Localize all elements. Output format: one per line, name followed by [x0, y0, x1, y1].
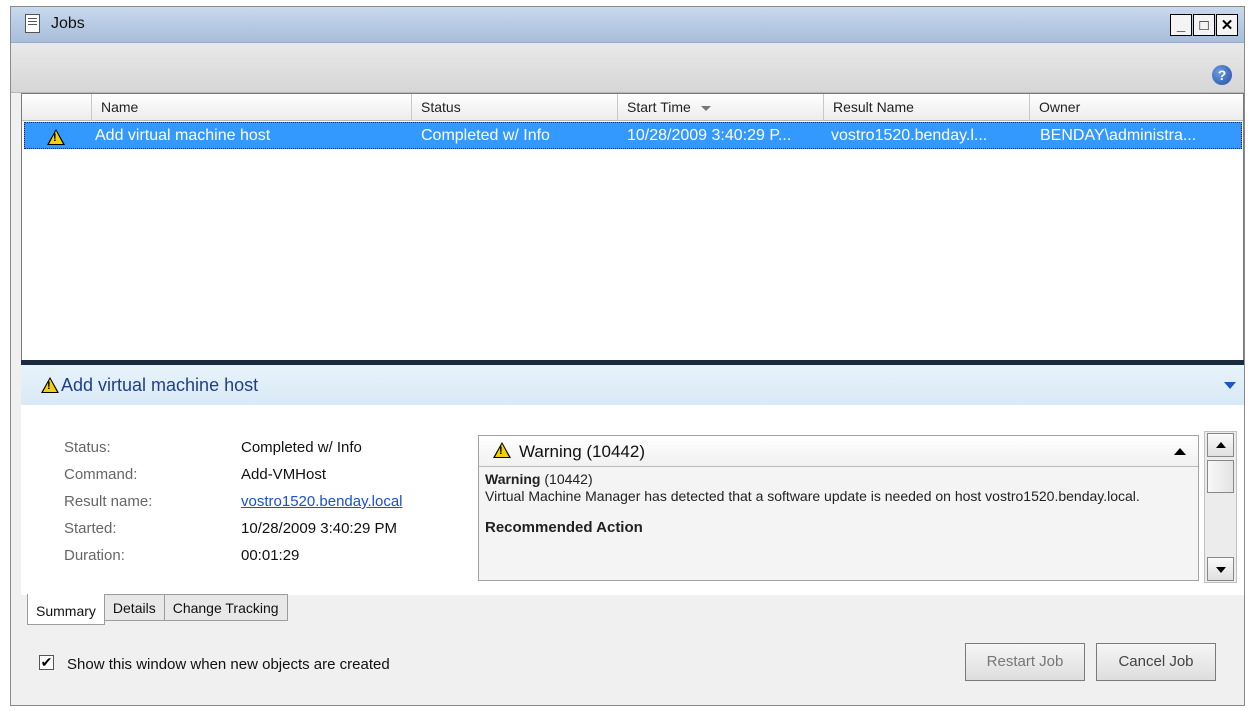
warning-icon	[47, 129, 65, 150]
help-icon[interactable]: ?	[1212, 65, 1232, 85]
warning-icon	[41, 377, 59, 397]
collapse-up-icon[interactable]	[1174, 448, 1186, 455]
warning-icon	[493, 442, 511, 462]
show-window-checkbox[interactable]: ✔	[39, 655, 54, 670]
scroll-thumb[interactable]	[1207, 460, 1234, 493]
collapse-icon[interactable]	[1224, 382, 1236, 389]
details-header[interactable]: Add virtual machine host	[21, 365, 1244, 405]
status-value: Completed w/ Info	[241, 439, 362, 456]
duration-label: Duration:	[64, 547, 125, 564]
details-panel: Status: Completed w/ Info Command: Add-V…	[21, 405, 1244, 595]
row-result-name: vostro1520.benday.l...	[831, 127, 988, 144]
row-start-time: 10/28/2009 3:40:29 P...	[627, 127, 792, 144]
recommended-action-heading: Recommended Action	[485, 519, 643, 536]
message-header[interactable]: Warning (10442)	[479, 436, 1198, 467]
maximize-button[interactable]: □	[1193, 14, 1215, 36]
message-panel: Warning (10442) Warning (10442) Virtual …	[478, 435, 1199, 581]
window-title: Jobs	[51, 15, 85, 32]
duration-value: 00:01:29	[241, 547, 300, 564]
jobs-window: Jobs _ □ ✕ ? Name Status Start Time Resu…	[10, 6, 1245, 706]
minimize-button[interactable]: _	[1170, 14, 1192, 36]
row-name: Add virtual machine host	[95, 127, 271, 144]
tab-details[interactable]: Details	[104, 594, 165, 621]
column-header-start-time[interactable]: Start Time	[617, 94, 823, 121]
started-value: 10/28/2009 3:40:29 PM	[241, 520, 397, 537]
scroll-down-button[interactable]	[1207, 557, 1234, 581]
table-row[interactable]: Add virtual machine host Completed w/ In…	[24, 122, 1242, 149]
toolbar: ?	[11, 43, 1244, 93]
jobs-grid: Name Status Start Time Result Name Owner…	[21, 93, 1244, 363]
column-header-owner[interactable]: Owner	[1029, 94, 1243, 121]
message-body: Warning (10442) Virtual Machine Manager …	[479, 467, 1198, 580]
cancel-job-button[interactable]: Cancel Job	[1096, 643, 1216, 681]
result-name-link[interactable]: vostro1520.benday.local	[241, 493, 403, 510]
title-bar[interactable]: Jobs _ □ ✕	[11, 7, 1244, 43]
tab-change-tracking[interactable]: Change Tracking	[164, 594, 288, 621]
tab-summary[interactable]: Summary	[27, 594, 105, 625]
window-controls: _ □ ✕	[1169, 14, 1238, 36]
message-text: Virtual Machine Manager has detected tha…	[485, 488, 1140, 504]
column-header-start-time-label: Start Time	[627, 99, 691, 115]
sort-desc-icon	[700, 105, 711, 111]
status-label: Status:	[64, 439, 111, 456]
close-button[interactable]: ✕	[1216, 14, 1238, 36]
command-value: Add-VMHost	[241, 466, 327, 483]
column-header-name[interactable]: Name	[91, 94, 411, 121]
row-owner: BENDAY\administra...	[1040, 127, 1197, 144]
show-window-label: Show this window when new objects are cr…	[67, 656, 390, 673]
grid-header: Name Status Start Time Result Name Owner	[22, 94, 1243, 121]
row-status: Completed w/ Info	[421, 127, 550, 144]
scroll-up-button[interactable]	[1207, 433, 1234, 457]
document-icon	[25, 14, 40, 33]
result-name-label: Result name:	[64, 493, 153, 510]
started-label: Started:	[64, 520, 117, 537]
column-header-result-name[interactable]: Result Name	[823, 94, 1029, 121]
column-header-status[interactable]: Status	[411, 94, 617, 121]
message-header-title: Warning (10442)	[519, 442, 645, 461]
message-code: (10442)	[544, 471, 593, 487]
command-label: Command:	[64, 466, 138, 483]
details-title: Add virtual machine host	[61, 375, 259, 395]
column-header-icon[interactable]	[22, 94, 91, 121]
tab-strip: Summary Details Change Tracking	[27, 594, 288, 625]
message-heading: Warning	[485, 471, 541, 487]
restart-job-button[interactable]: Restart Job	[965, 643, 1085, 681]
message-scrollbar[interactable]	[1204, 431, 1237, 583]
